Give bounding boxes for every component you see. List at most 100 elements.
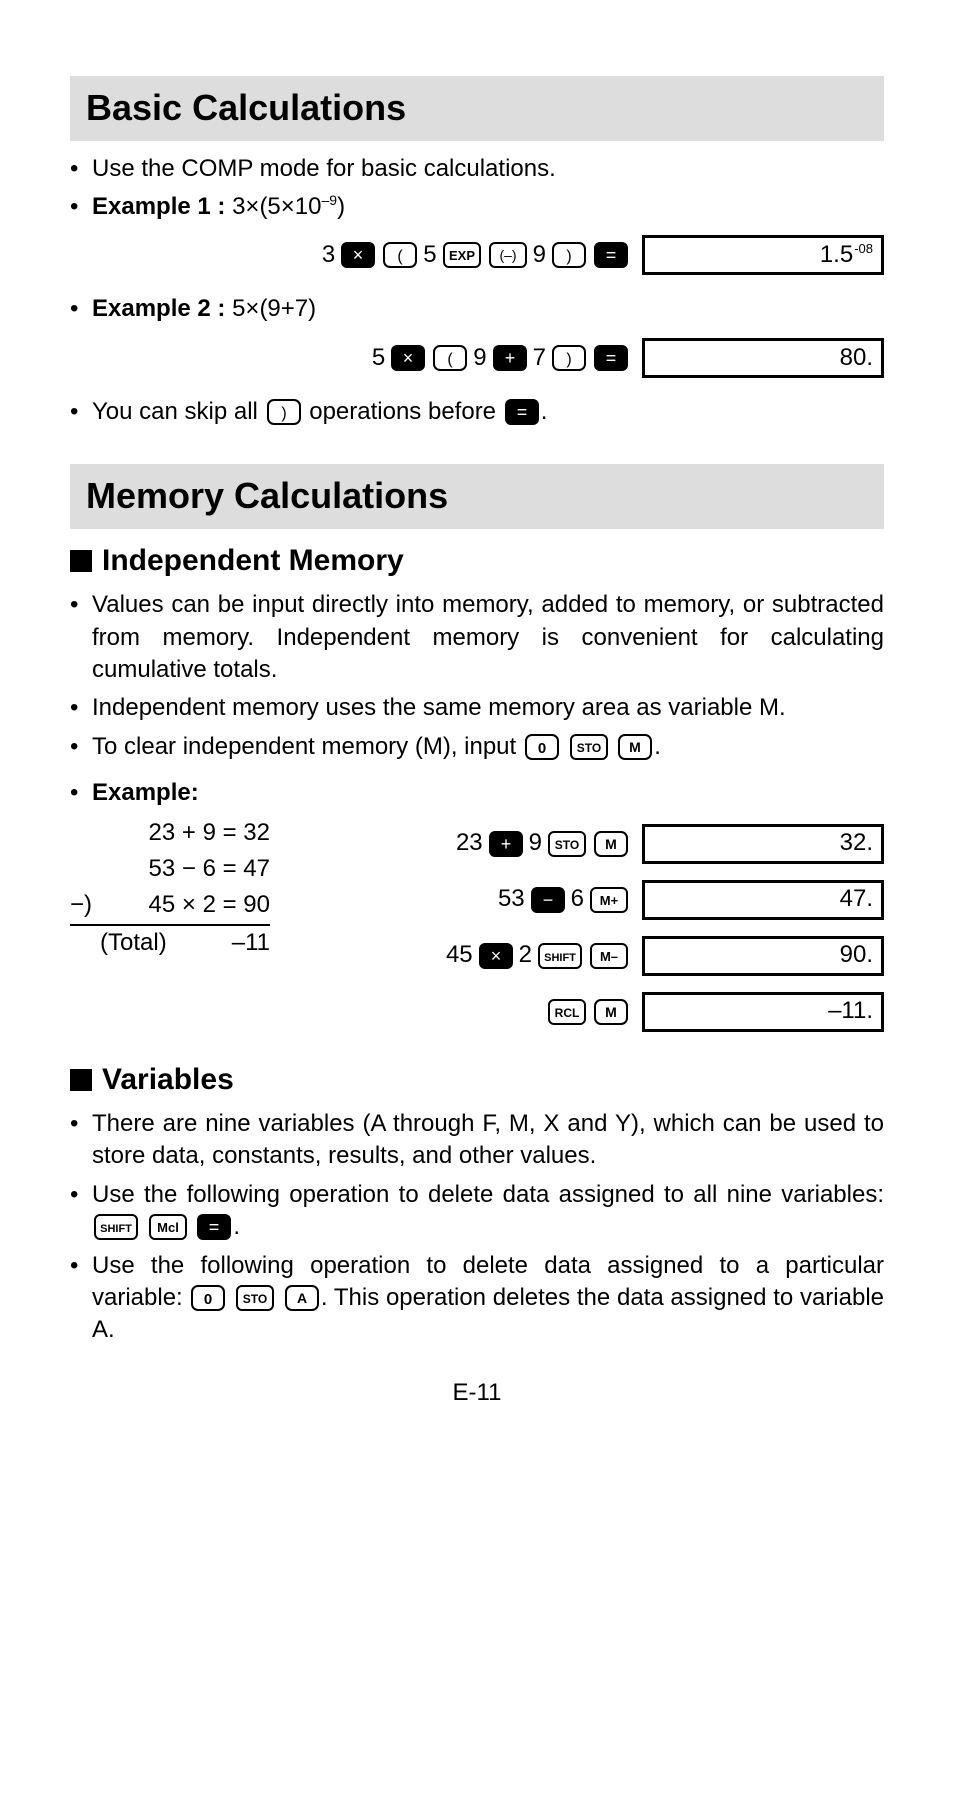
equals-key-icon [197, 1214, 231, 1240]
text: Independent memory uses the same memory … [92, 692, 884, 724]
equals-key-icon [594, 345, 628, 371]
square-bullet-icon [70, 1069, 92, 1091]
subhead-text: Variables [102, 1060, 234, 1101]
plus-key-icon [493, 345, 527, 371]
example-2-expr: 5×(9+7) [225, 295, 316, 322]
example-1-sup: –9 [322, 192, 338, 208]
mem-key-row-2: 53 6 47. [274, 872, 884, 928]
memory-keys-column: 23 9 32. 53 6 47. 45 2 90. –11. [274, 816, 884, 1040]
mcl-key-icon [149, 1214, 187, 1240]
v2-post: . [233, 1213, 240, 1240]
digit-3: 3 [322, 239, 335, 271]
right-paren-key-icon [267, 399, 301, 425]
p3-post: . [654, 733, 661, 760]
result-value: 80. [840, 342, 873, 374]
digit-5: 5 [423, 239, 436, 271]
equals-key-icon [594, 242, 628, 268]
m-key-icon [594, 831, 628, 857]
digit-9: 9 [533, 239, 546, 271]
display-result-2: 80. [642, 338, 884, 378]
mem-example-label: • Example: [70, 777, 884, 809]
text: Values can be input directly into memory… [92, 589, 884, 686]
rcl-key-icon [548, 999, 586, 1025]
a-key-icon [285, 1285, 319, 1311]
zero-key-icon [525, 734, 559, 760]
digit-2: 2 [519, 939, 532, 971]
num-45: 45 [446, 939, 473, 971]
math-row-3: −) 45 × 2 = 90 [70, 888, 270, 926]
left-paren-key-icon [383, 242, 417, 268]
exp-key-icon [443, 242, 481, 268]
plus-key-icon [489, 831, 523, 857]
multiply-key-icon [341, 242, 375, 268]
p3-pre: To clear independent memory (M), input [92, 733, 523, 760]
example-1-expr-pre: 3×(5×10 [225, 193, 321, 220]
mem-key-row-3: 45 2 90. [274, 928, 884, 984]
skip-note: • You can skip all operations before . [70, 396, 884, 428]
subhead-variables: Variables [70, 1060, 884, 1101]
example-1-keys: 3 5 9 1.5-08 [70, 235, 884, 275]
sto-key-icon [548, 831, 586, 857]
subhead-text: Independent Memory [102, 541, 404, 582]
digit-5: 5 [372, 342, 385, 374]
note-pre: You can skip all [92, 398, 265, 425]
text: There are nine variables (A through F, M… [92, 1108, 884, 1173]
text: Example: [92, 777, 884, 809]
mem-p2: • Independent memory uses the same memor… [70, 692, 884, 724]
example-1-expr-post: ) [337, 193, 345, 220]
text: Use the COMP mode for basic calculations… [92, 153, 884, 185]
result-exp: -08 [854, 240, 873, 258]
num-53: 53 [498, 883, 525, 915]
example-2-label: Example 2 : [92, 295, 225, 322]
m-plus-key-icon [590, 887, 628, 913]
m-key-icon [618, 734, 652, 760]
neg-key-icon [489, 242, 527, 268]
subhead-independent-memory: Independent Memory [70, 541, 884, 582]
num-23: 23 [456, 827, 483, 859]
mem-key-row-1: 23 9 32. [274, 816, 884, 872]
right-paren-key-icon [552, 242, 586, 268]
digit-7: 7 [533, 342, 546, 374]
display-result-mem-3: 90. [642, 936, 884, 976]
square-bullet-icon [70, 550, 92, 572]
zero-key-icon [191, 1285, 225, 1311]
mem-key-row-4: –11. [274, 984, 884, 1040]
sto-key-icon [570, 734, 608, 760]
result-value: 1.5 [820, 239, 853, 271]
math-row-2: 53 − 6 = 47 [70, 852, 270, 888]
display-result-mem-1: 32. [642, 824, 884, 864]
var-p2: • Use the following operation to delete … [70, 1179, 884, 1244]
left-paren-key-icon [433, 345, 467, 371]
example-2-keys: 5 9 7 80. [70, 338, 884, 378]
memory-math-column: 23 + 9 = 32 53 − 6 = 47 −) 45 × 2 = 90 (… [70, 816, 274, 962]
math-row-1: 23 + 9 = 32 [70, 816, 270, 852]
display-result-mem-2: 47. [642, 880, 884, 920]
m-key-icon [594, 999, 628, 1025]
display-result-1: 1.5-08 [642, 235, 884, 275]
page-number: E-11 [70, 1377, 884, 1409]
example-1-label: Example 1 : [92, 193, 225, 220]
mem-p3: • To clear independent memory (M), input… [70, 731, 884, 763]
example-2-line: • Example 2 : 5×(9+7) [70, 293, 884, 325]
section-title-basic: Basic Calculations [70, 76, 884, 141]
digit-6: 6 [571, 883, 584, 915]
shift-key-icon [94, 1214, 138, 1240]
memory-example-block: 23 + 9 = 32 53 − 6 = 47 −) 45 × 2 = 90 (… [70, 816, 884, 1040]
note-mid: operations before [303, 398, 503, 425]
equals-key-icon [505, 399, 539, 425]
multiply-key-icon [391, 345, 425, 371]
minus-key-icon [531, 887, 565, 913]
var-p1: • There are nine variables (A through F,… [70, 1108, 884, 1173]
section-title-memory: Memory Calculations [70, 464, 884, 529]
multiply-key-icon [479, 943, 513, 969]
note-post: . [541, 398, 548, 425]
v2-pre: Use the following operation to delete da… [92, 1181, 884, 1208]
sto-key-icon [236, 1285, 274, 1311]
digit-9: 9 [473, 342, 486, 374]
right-paren-key-icon [552, 345, 586, 371]
example-1-line: • Example 1 : 3×(5×10–9) [70, 191, 884, 223]
digit-9: 9 [529, 827, 542, 859]
var-p3: • Use the following operation to delete … [70, 1250, 884, 1347]
shift-key-icon [538, 943, 582, 969]
bullet-comp-mode: • Use the COMP mode for basic calculatio… [70, 153, 884, 185]
